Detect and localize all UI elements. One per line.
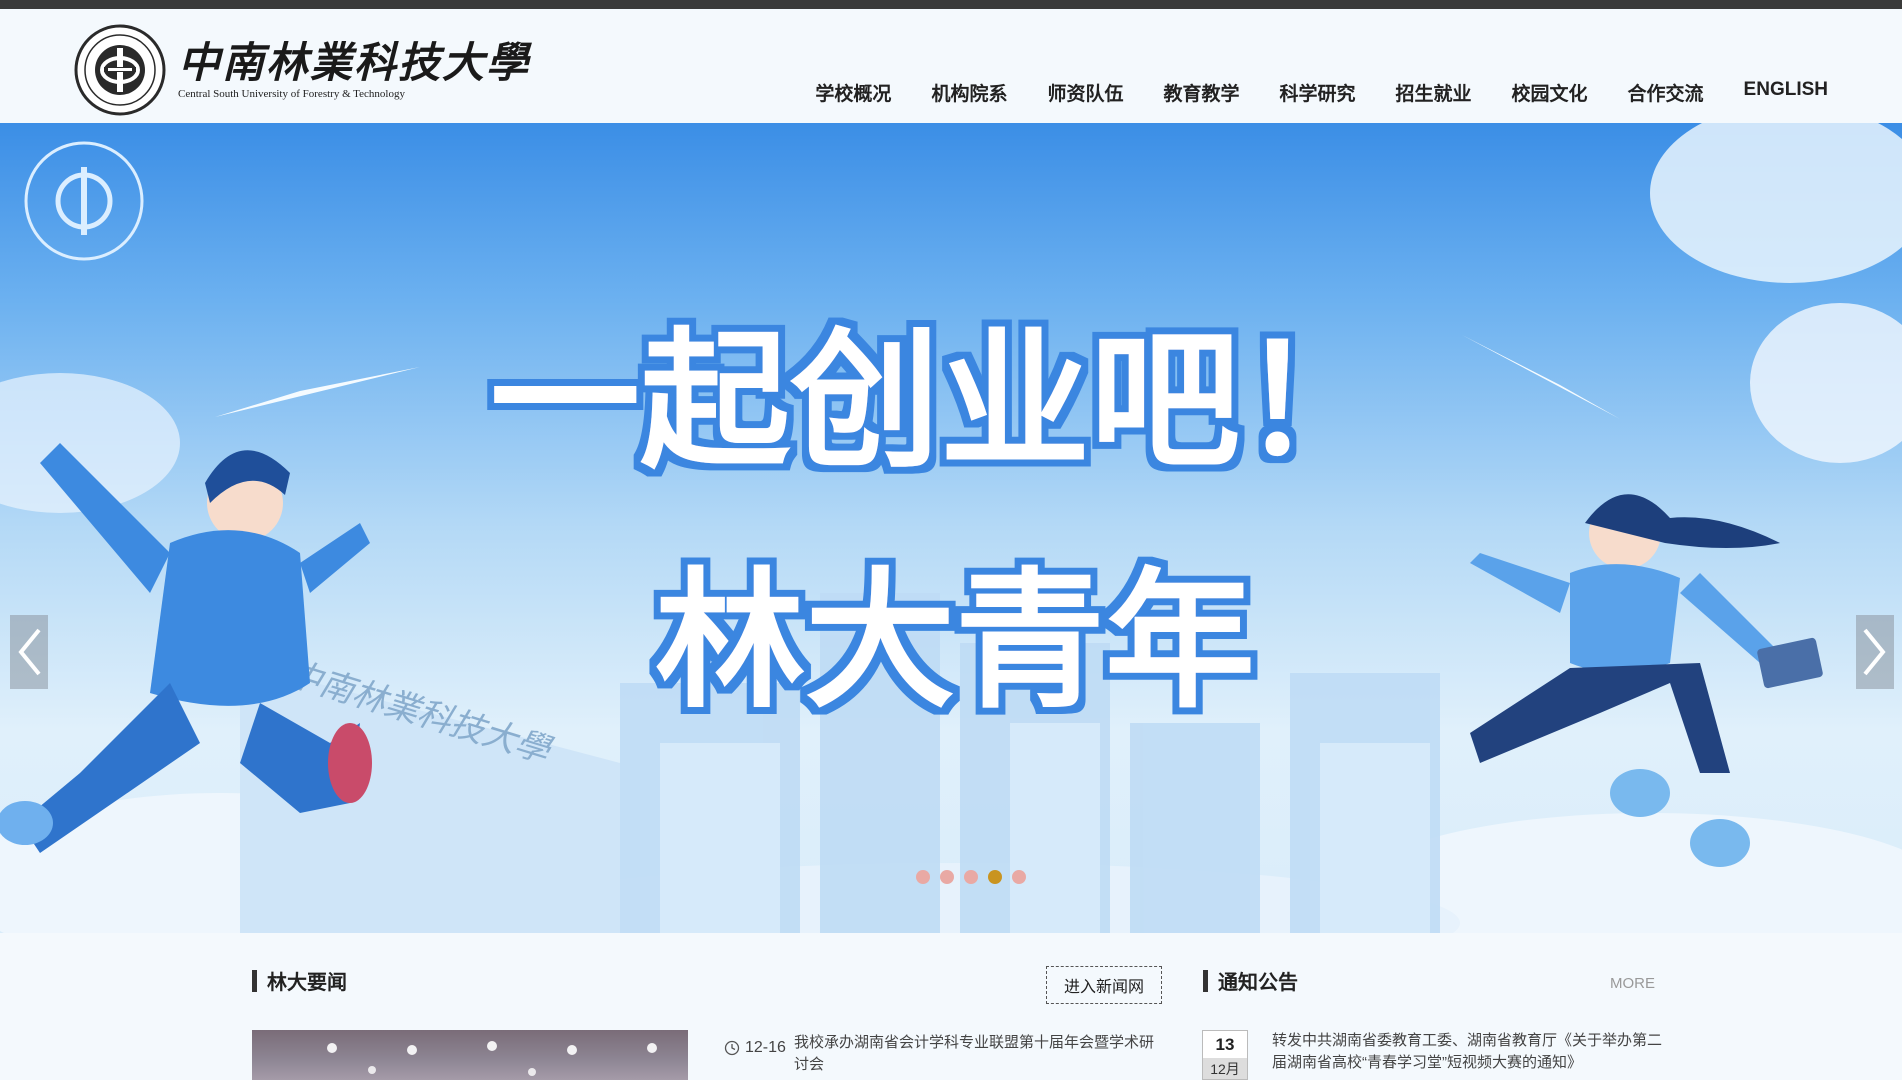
- section-marker: [252, 969, 257, 992]
- enter-news-site-button[interactable]: 进入新闻网: [1046, 966, 1162, 1004]
- nav-item-admissions[interactable]: 招生就业: [1396, 79, 1472, 106]
- nav-item-education[interactable]: 教育教学: [1163, 79, 1239, 106]
- nav-item-departments[interactable]: 机构院系: [931, 79, 1007, 106]
- hero-carousel[interactable]: 中南林業科技大學 一起创业吧！ 林大青年: [0, 123, 1902, 933]
- notice-title: 转发中共湖南省委教育工委、湖南省教育厅《关于举办第二届湖南省高校“青春学习堂”短…: [1272, 1032, 1663, 1071]
- carousel-dot-5[interactable]: [1012, 870, 1026, 884]
- notice-list-item[interactable]: 13 12月 转发中共湖南省委教育工委、湖南省教育厅《关于举办第二届湖南省高校“…: [1202, 1030, 1662, 1080]
- carousel-dot-3[interactable]: [964, 870, 978, 884]
- banner-headline-2: 林大青年: [655, 553, 1255, 729]
- notice-section-header: 通知公告: [1203, 966, 1298, 995]
- chevron-right-icon: [1863, 628, 1886, 676]
- carousel-dot-1[interactable]: [916, 870, 930, 884]
- notice-section-title: 通知公告: [1218, 972, 1298, 994]
- nav-item-research[interactable]: 科学研究: [1279, 79, 1355, 106]
- news-title: 我校承办湖南省会计学科专业联盟第十届年会暨学术研讨会: [794, 1034, 1155, 1073]
- university-seal-icon: [74, 24, 166, 116]
- hero-illustration: 中南林業科技大學 一起创业吧！ 林大青年: [0, 123, 1902, 933]
- clock-icon: [724, 1040, 740, 1056]
- notice-more-link[interactable]: MORE: [1610, 975, 1655, 992]
- university-logo[interactable]: 中南林業科技大學 Central South University of For…: [74, 24, 530, 116]
- nav-item-cooperation[interactable]: 合作交流: [1628, 79, 1704, 106]
- university-name-cn: 中南林業科技大學: [178, 38, 531, 87]
- banner-headline-1: 一起创业吧！: [490, 313, 1390, 489]
- news-section-title: 林大要闻: [267, 972, 347, 994]
- conference-photo: [327, 1041, 657, 1076]
- carousel-pagination: [916, 870, 1036, 884]
- news-list-item[interactable]: 12-16 我校承办湖南省会计学科专业联盟第十届年会暨学术研讨会: [724, 1032, 1164, 1076]
- section-marker: [1203, 969, 1208, 992]
- nav-item-overview[interactable]: 学校概况: [815, 79, 891, 106]
- carousel-next-button[interactable]: [1856, 615, 1894, 689]
- nav-item-faculty[interactable]: 师资队伍: [1047, 79, 1123, 106]
- nav-item-campus-culture[interactable]: 校园文化: [1512, 79, 1588, 106]
- university-name-en: Central South University of Forestry & T…: [178, 88, 405, 100]
- main-nav: 学校概况 机构院系 师资队伍 教育教学 科学研究 招生就业 校园文化 合作交流 …: [775, 79, 1828, 106]
- nav-item-english[interactable]: ENGLISH: [1744, 79, 1828, 106]
- calendar-date-badge: 13 12月: [1202, 1030, 1248, 1080]
- chevron-left-icon: [18, 628, 41, 676]
- carousel-dot-2[interactable]: [940, 870, 954, 884]
- site-header: 中南林業科技大學 Central South University of For…: [0, 9, 1902, 123]
- news-section-header: 林大要闻: [252, 966, 347, 995]
- carousel-prev-button[interactable]: [10, 615, 48, 689]
- carousel-dot-4[interactable]: [988, 870, 1002, 884]
- notice-month: 12月: [1203, 1058, 1247, 1079]
- news-featured-image[interactable]: [252, 1030, 688, 1080]
- notice-day: 13: [1215, 1034, 1235, 1054]
- news-date: 12-16: [745, 1039, 786, 1056]
- top-strip: [0, 0, 1902, 9]
